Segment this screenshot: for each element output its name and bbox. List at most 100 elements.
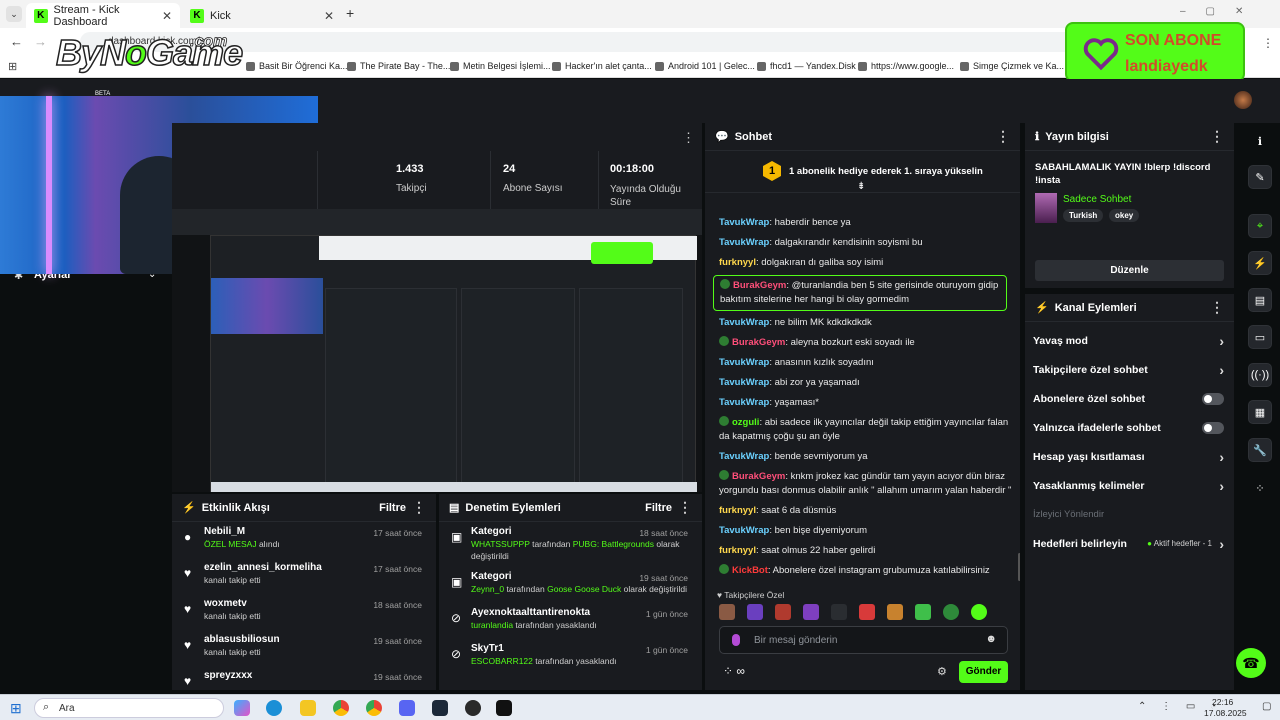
chat-username[interactable]: TavukWrap — [719, 317, 769, 328]
emote[interactable] — [943, 604, 959, 620]
taskbar-search[interactable]: ⌕ Ara — [34, 698, 224, 718]
goals-row[interactable]: Hedefleri belirleyin ● Aktif hedefler - … — [1025, 529, 1234, 558]
panel-menu-icon[interactable]: ⋮ — [678, 499, 692, 516]
chat-username[interactable]: TavukWrap — [719, 451, 769, 462]
emote[interactable] — [971, 604, 987, 620]
edge-icon[interactable] — [266, 700, 282, 716]
forward-icon[interactable]: → — [34, 34, 47, 49]
panel-menu-icon[interactable]: ⋮ — [1210, 299, 1224, 316]
emote[interactable] — [887, 604, 903, 620]
chat-username[interactable]: furknyyl — [719, 505, 756, 516]
followers-only-row[interactable]: Takipçilere özel sohbet › — [1025, 355, 1234, 384]
broadcast-rail-button[interactable]: ((·)) — [1248, 363, 1272, 387]
chat-username[interactable]: TavukWrap — [719, 217, 769, 228]
tiktok-icon[interactable] — [496, 700, 512, 716]
tab-stream-dashboard[interactable]: K Stream - Kick Dashboard ✕ — [26, 3, 180, 28]
document-rail-button[interactable]: ▤ — [1248, 288, 1272, 312]
chat-username[interactable]: furknyyl — [719, 257, 756, 268]
emote[interactable] — [915, 604, 931, 620]
community-rail-button[interactable]: ⁘ — [1248, 476, 1272, 500]
chat-rail-button[interactable]: ▭ — [1248, 325, 1272, 349]
chat-username[interactable]: TavukWrap — [719, 237, 769, 248]
panel-menu-icon[interactable]: ⋮ — [412, 499, 426, 516]
lightning-rail-button[interactable]: ⚡ — [1248, 251, 1272, 275]
windows-start-icon[interactable]: ⊞ — [10, 700, 22, 717]
close-tab-icon[interactable]: ✕ — [324, 9, 334, 23]
emoji-icon[interactable]: ☻ — [985, 633, 997, 645]
tab-kick[interactable]: K Kick ✕ — [182, 3, 342, 28]
emote-only-row[interactable]: Yalnızca ifadelerle sohbet — [1025, 413, 1234, 442]
back-icon[interactable]: ← — [10, 34, 23, 49]
chat-username[interactable]: BurakGeym — [732, 337, 785, 348]
copilot-icon[interactable] — [234, 700, 250, 716]
scan-rail-button[interactable]: ⌖ — [1248, 214, 1272, 238]
bookmark-item[interactable]: The Pirate Bay - The... — [347, 61, 450, 71]
support-button[interactable]: ☎ — [1236, 648, 1266, 678]
close-tab-icon[interactable]: ✕ — [162, 9, 172, 23]
panel-menu-icon[interactable]: ⋮ — [682, 130, 695, 146]
send-button[interactable]: Gönder — [959, 661, 1008, 683]
chat-username[interactable]: TavukWrap — [719, 357, 769, 368]
bookmark-item[interactable]: Simge Çizmek ve Ka... — [960, 61, 1064, 71]
info-rail-button[interactable]: ℹ — [1248, 129, 1272, 153]
edit-rail-button[interactable]: ✎ — [1248, 165, 1272, 189]
bookmark-item[interactable]: Android 101 | Gelec... — [655, 61, 755, 71]
chat-scrollbar[interactable] — [1018, 553, 1020, 581]
chat-username[interactable]: BurakGeym — [732, 471, 785, 482]
emote[interactable] — [775, 604, 791, 620]
chat-input[interactable]: Bir mesaj gönderin ☻ — [719, 626, 1008, 654]
event-filter-button[interactable]: Filtre — [379, 502, 406, 514]
chat-username[interactable]: TavukWrap — [719, 397, 769, 408]
emote[interactable] — [859, 604, 875, 620]
emote[interactable] — [747, 604, 763, 620]
tab-list-button[interactable]: ⌄ — [6, 6, 22, 22]
emote[interactable] — [803, 604, 819, 620]
emote[interactable] — [719, 604, 735, 620]
bookmark-item[interactable]: Metin Belgesi İşlemi... — [450, 61, 551, 71]
apps-icon[interactable]: ⊞ — [8, 60, 17, 73]
chat-username[interactable]: furknyyl — [719, 545, 756, 556]
mic-icon[interactable] — [732, 634, 740, 646]
panel-menu-icon[interactable]: ⋮ — [1210, 128, 1224, 145]
chat-username[interactable]: KickBot — [732, 565, 768, 576]
emote-only-toggle[interactable] — [1202, 421, 1224, 434]
preview-video[interactable] — [210, 235, 697, 492]
chat-username[interactable]: BurakGeym — [733, 280, 786, 291]
discord-icon[interactable] — [399, 700, 415, 716]
account-age-row[interactable]: Hesap yaşı kısıtlaması › — [1025, 442, 1234, 471]
new-tab-button[interactable]: + — [346, 5, 354, 21]
subscribers-only-row[interactable]: Abonelere özel sohbet — [1025, 384, 1234, 413]
moderation-filter-button[interactable]: Filtre — [645, 502, 672, 514]
obs-icon[interactable] — [465, 700, 481, 716]
community-icon[interactable]: ⁘ ∞ — [723, 664, 745, 678]
bookmark-item[interactable]: Basit Bir Öğrenci Ka... — [246, 61, 348, 71]
banned-words-row[interactable]: Yasaklanmış kelimeler › — [1025, 471, 1234, 500]
panel-menu-icon[interactable]: ⋮ — [996, 128, 1010, 145]
collapse-icon[interactable]: ⇟ — [857, 181, 865, 192]
edit-button[interactable]: Düzenle — [1035, 260, 1224, 281]
notification-icon[interactable]: ▢ — [1262, 701, 1271, 712]
layout-rail-button[interactable]: ▦ — [1248, 400, 1272, 424]
channel-actions-panel: ⚡ Kanal Eylemleri ⋮ Yavaş mod › Takipçile… — [1025, 294, 1234, 690]
emote[interactable] — [831, 604, 847, 620]
chevron-right-icon: › — [1219, 448, 1224, 465]
browser-menu-icon[interactable]: ⋮ — [1262, 36, 1274, 50]
explorer-icon[interactable] — [300, 700, 316, 716]
subscribers-only-toggle[interactable] — [1202, 392, 1224, 405]
bookmark-item[interactable]: Hacker'ın alet çanta... — [552, 61, 652, 71]
steam-icon[interactable] — [432, 700, 448, 716]
avatar[interactable] — [1234, 91, 1252, 109]
bookmark-item[interactable]: https://www.google... — [858, 61, 954, 71]
slow-mode-row[interactable]: Yavaş mod › — [1025, 326, 1234, 355]
chat-username[interactable]: TavukWrap — [719, 525, 769, 536]
tools-rail-button[interactable]: 🔧 — [1248, 438, 1272, 462]
chat-username[interactable]: TavukWrap — [719, 377, 769, 388]
category-name[interactable]: Sadece Sohbet — [1063, 194, 1131, 205]
chrome-icon[interactable] — [333, 700, 349, 716]
gear-icon[interactable]: ⚙ — [937, 665, 947, 678]
chrome-icon[interactable] — [366, 700, 382, 716]
chat-username[interactable]: ozguli — [732, 417, 759, 428]
bookmark-item[interactable]: fhcd1 — Yandex.Disk — [757, 61, 856, 71]
chat-input-placeholder: Bir mesaj gönderin — [754, 635, 838, 646]
window-controls[interactable]: –▢✕ — [1180, 6, 1263, 17]
